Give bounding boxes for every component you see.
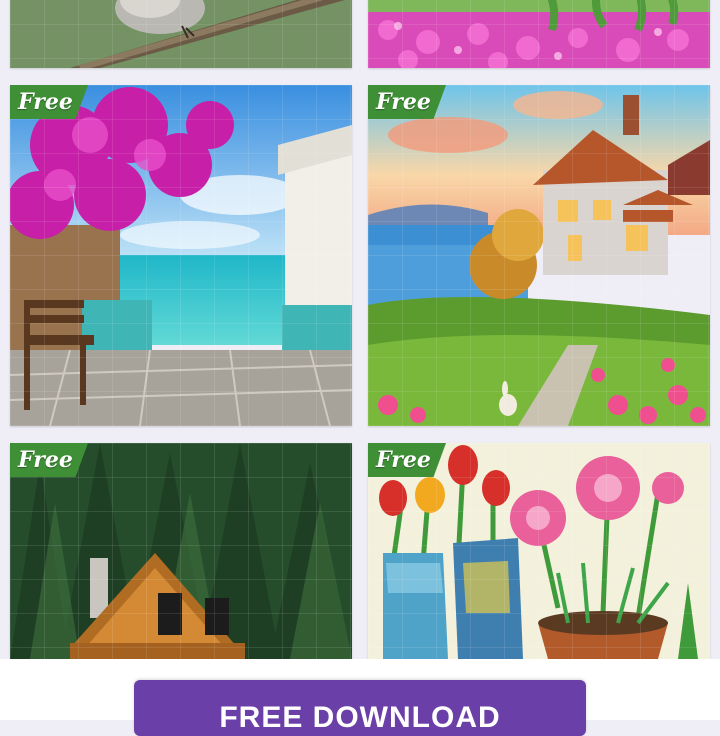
puzzle-tile-cottage-lake[interactable]: Free: [368, 85, 710, 426]
free-badge: Free: [10, 443, 88, 477]
puzzle-tile-flower-boots[interactable]: Free: [368, 443, 710, 659]
puzzle-tile-pink-flowers[interactable]: [368, 0, 710, 68]
free-badge: Free: [368, 443, 446, 477]
free-badge: Free: [10, 85, 88, 119]
free-download-button[interactable]: FREE DOWNLOAD: [134, 680, 586, 736]
bird-on-branch-image: [10, 0, 352, 68]
pink-flowers-image: [368, 0, 710, 68]
cottage-lake-image: [368, 85, 710, 426]
puzzle-tile-seaside-terrace[interactable]: Free: [10, 85, 352, 426]
puzzle-tile-bird[interactable]: [10, 0, 352, 68]
puzzle-tile-forest-cabin[interactable]: Free: [10, 443, 352, 659]
seaside-terrace-image: [10, 85, 352, 426]
free-badge: Free: [368, 85, 446, 119]
